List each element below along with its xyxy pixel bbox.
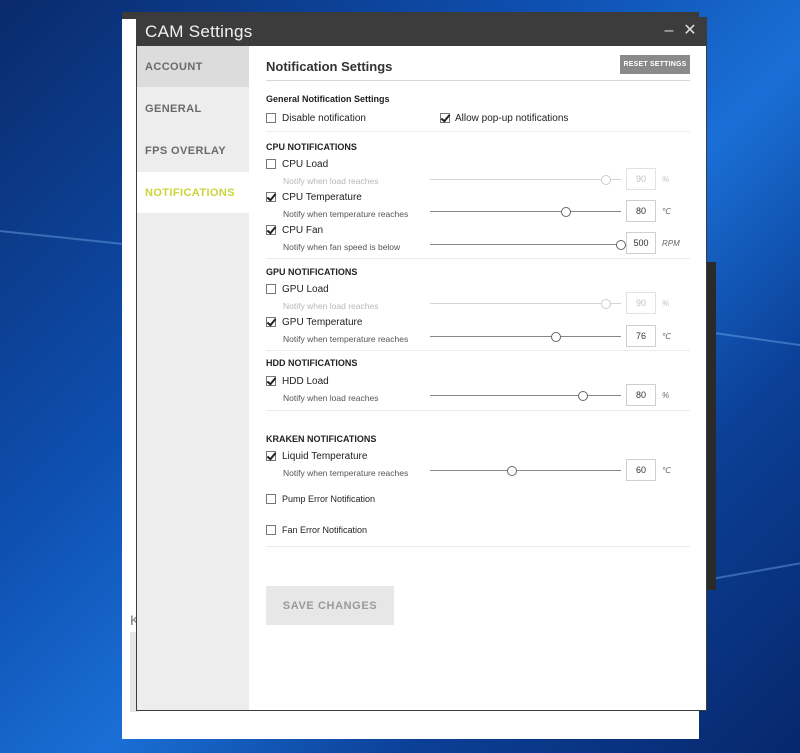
slider-track: [430, 395, 621, 396]
close-button[interactable]: ✕: [680, 20, 700, 40]
gpu-temperature-value[interactable]: 76: [626, 325, 656, 347]
disable-notification-checkbox[interactable]: [266, 113, 276, 123]
desktop-light-streak: [0, 230, 140, 247]
notifications-panel: Notification Settings RESET SETTINGS Gen…: [249, 46, 706, 710]
slider-track: [430, 336, 621, 337]
slider-thumb[interactable]: [551, 332, 562, 342]
cpu-load-slider[interactable]: [430, 174, 621, 186]
slider-thumb[interactable]: [560, 207, 571, 217]
cpu-load-unit: %: [662, 175, 670, 184]
general-section-title: General Notification Settings: [266, 94, 390, 104]
cam-settings-window: CAM Settings – ✕ ACCOUNT GENERAL FPS OVE…: [137, 18, 706, 710]
liquid-temperature-description: Notify when temperature reaches: [283, 468, 409, 478]
page-header: Notification Settings RESET SETTINGS: [266, 55, 690, 81]
save-changes-button[interactable]: SAVE CHANGES: [266, 586, 394, 625]
cpu-temperature-description: Notify when temperature reaches: [283, 209, 409, 219]
cpu-fan-value[interactable]: 500: [626, 232, 656, 254]
slider-track: [430, 179, 621, 180]
pump-error-checkbox[interactable]: [266, 494, 276, 504]
divider: [266, 410, 690, 411]
cpu-temperature-checkbox[interactable]: [266, 192, 276, 202]
slider-thumb[interactable]: [577, 391, 588, 401]
slider-track: [430, 470, 621, 471]
slider-track: [430, 211, 621, 212]
kraken-section-title: KRAKEN NOTIFICATIONS: [266, 434, 377, 444]
allow-popup-label: Allow pop-up notifications: [455, 113, 569, 124]
liquid-temperature-checkbox[interactable]: [266, 451, 276, 461]
gpu-temperature-label: GPU Temperature: [282, 317, 363, 328]
hdd-load-label: HDD Load: [282, 376, 329, 387]
cpu-temperature-slider[interactable]: [430, 206, 621, 218]
sidebar-item-fps-overlay[interactable]: FPS OVERLAY: [137, 130, 249, 171]
divider: [266, 258, 690, 259]
cpu-load-label: CPU Load: [282, 159, 329, 170]
hdd-load-description: Notify when load reaches: [283, 393, 379, 403]
sidebar-item-label: FPS OVERLAY: [145, 144, 227, 157]
gpu-temperature-checkbox[interactable]: [266, 317, 276, 327]
gpu-load-value[interactable]: 90: [626, 292, 656, 314]
sidebar-item-label: NOTIFICATIONS: [145, 186, 235, 199]
window-title: CAM Settings: [145, 22, 253, 41]
divider: [266, 546, 690, 547]
liquid-temperature-unit: ℃: [662, 466, 671, 475]
slider-thumb[interactable]: [600, 299, 611, 309]
pump-error-label: Pump Error Notification: [282, 494, 376, 504]
gpu-load-description: Notify when load reaches: [283, 301, 379, 311]
cpu-temperature-label: CPU Temperature: [282, 192, 362, 203]
sidebar-item-label: ACCOUNT: [145, 60, 203, 73]
slider-track: [430, 244, 621, 245]
slider-thumb[interactable]: [616, 240, 626, 250]
gpu-temperature-slider[interactable]: [430, 331, 621, 343]
titlebar: CAM Settings – ✕: [137, 18, 706, 46]
hdd-load-checkbox[interactable]: [266, 376, 276, 386]
reset-settings-button[interactable]: RESET SETTINGS: [620, 55, 690, 74]
cpu-fan-label: CPU Fan: [282, 225, 324, 236]
cpu-load-checkbox[interactable]: [266, 159, 276, 169]
minimize-button[interactable]: –: [659, 22, 679, 40]
cpu-temperature-value[interactable]: 80: [626, 200, 656, 222]
cpu-load-value[interactable]: 90: [626, 168, 656, 190]
cpu-section-title: CPU NOTIFICATIONS: [266, 142, 357, 152]
hdd-load-value[interactable]: 80: [626, 384, 656, 406]
cpu-fan-checkbox[interactable]: [266, 225, 276, 235]
cpu-fan-slider[interactable]: [430, 239, 626, 251]
page-title: Notification Settings: [266, 59, 393, 74]
slider-thumb[interactable]: [507, 466, 518, 476]
fan-error-label: Fan Error Notification: [282, 525, 368, 535]
allow-popup-checkbox[interactable]: [440, 113, 450, 123]
disable-notification-label: Disable notification: [282, 113, 366, 124]
cpu-temperature-unit: ℃: [662, 207, 671, 216]
gpu-section-title: GPU NOTIFICATIONS: [266, 267, 358, 277]
slider-thumb[interactable]: [600, 175, 611, 185]
liquid-temperature-value[interactable]: 60: [626, 459, 656, 481]
hdd-load-unit: %: [662, 391, 670, 400]
gpu-temperature-description: Notify when temperature reaches: [283, 334, 409, 344]
sidebar-item-notifications[interactable]: NOTIFICATIONS: [137, 172, 249, 213]
fan-error-checkbox[interactable]: [266, 525, 276, 535]
cpu-fan-description: Notify when fan speed is below: [283, 242, 401, 252]
sidebar-item-account[interactable]: ACCOUNT: [137, 46, 249, 87]
cpu-load-description: Notify when load reaches: [283, 176, 379, 186]
cpu-fan-unit: RPM: [662, 239, 680, 248]
sidebar-item-general[interactable]: GENERAL: [137, 88, 249, 129]
slider-track: [430, 303, 621, 304]
hdd-section-title: HDD NOTIFICATIONS: [266, 358, 358, 368]
divider: [266, 131, 690, 132]
liquid-temperature-slider[interactable]: [430, 465, 621, 477]
divider: [266, 350, 690, 351]
liquid-temperature-label: Liquid Temperature: [282, 451, 368, 462]
gpu-load-label: GPU Load: [282, 284, 329, 295]
gpu-temperature-unit: ℃: [662, 332, 671, 341]
gpu-load-unit: %: [662, 299, 670, 308]
gpu-load-slider[interactable]: [430, 298, 621, 310]
hdd-load-slider[interactable]: [430, 390, 621, 402]
sidebar: ACCOUNT GENERAL FPS OVERLAY NOTIFICATION…: [137, 46, 249, 710]
sidebar-item-label: GENERAL: [145, 102, 202, 115]
gpu-load-checkbox[interactable]: [266, 284, 276, 294]
